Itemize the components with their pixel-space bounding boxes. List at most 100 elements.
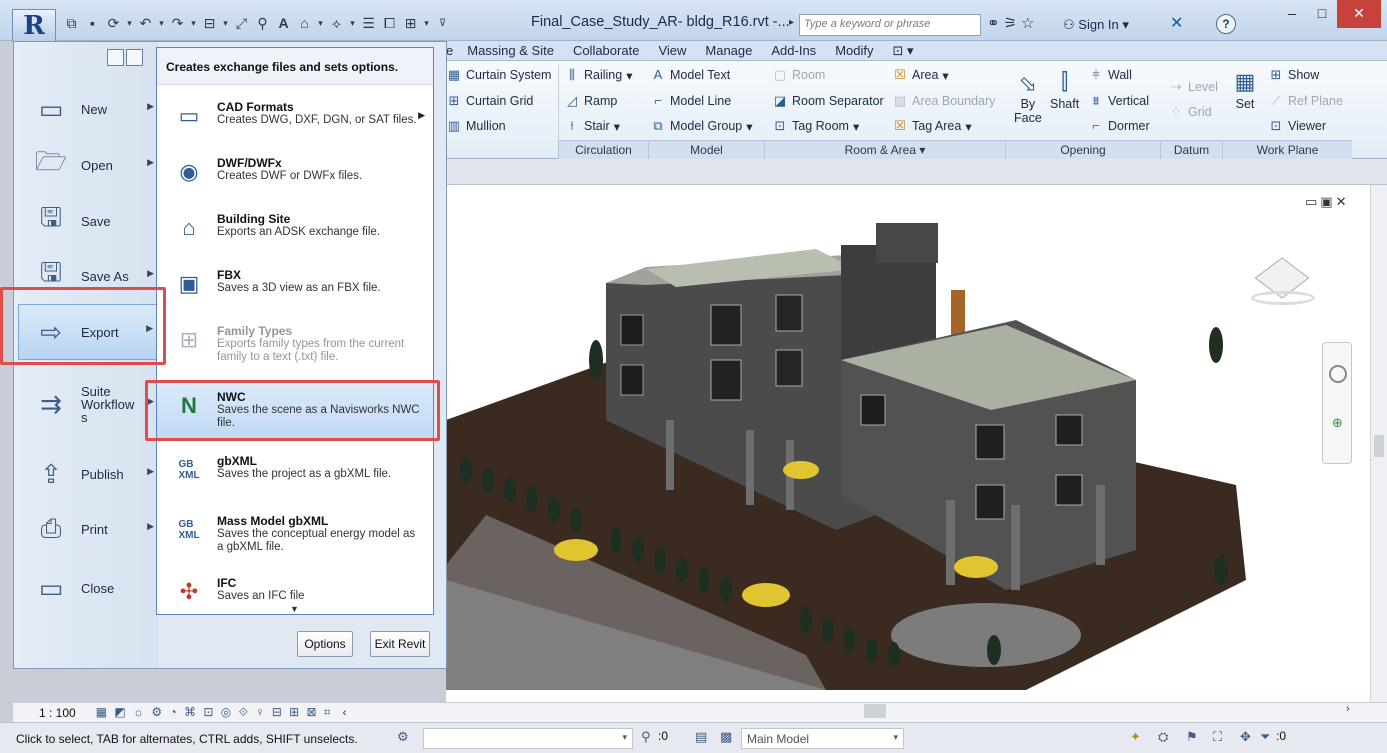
dropdown-icon[interactable]: ▾ [316, 13, 325, 33]
editing-requests-icon[interactable]: ▩ [720, 729, 732, 745]
minimize-button[interactable]: – [1276, 0, 1308, 28]
view-scale[interactable]: 1 : 100 [39, 706, 76, 720]
dimension-icon[interactable]: ⤢ [232, 13, 251, 33]
steering-wheel-icon[interactable] [1329, 365, 1347, 383]
curtain-grid-button[interactable]: ⊞ Curtain Grid [446, 93, 534, 109]
design-option-select[interactable]: Main Model ▾ [741, 728, 904, 749]
menu-item-close[interactable]: ▭ Close [19, 562, 158, 614]
search-expand-icon[interactable]: ▸ [789, 17, 794, 28]
model-text-button[interactable]: A Model Text [650, 67, 731, 82]
area-button[interactable]: ☒ Area ▾ [892, 67, 949, 83]
model-line-button[interactable]: ⌐ Model Line [650, 93, 731, 108]
curtain-system-button[interactable]: ▦ Curtain System [446, 67, 552, 83]
close-hidden-icon[interactable]: ⧠ [380, 13, 399, 33]
export-family-types[interactable]: ⊞ Family Types Exports family types from … [157, 316, 433, 380]
export-gbxml[interactable]: GB XML gbXML Saves the project as a gbXML … [157, 446, 433, 502]
filter-icon[interactable]: ⏷ [1260, 729, 1270, 745]
tab-partial[interactable]: e [446, 43, 453, 58]
panel-label-circulation[interactable]: Circulation [558, 140, 648, 159]
menu-item-print[interactable]: ⎙ Print ▶ [19, 503, 158, 555]
ref-plane-button[interactable]: ⟋ Ref Plane [1268, 93, 1342, 109]
workset-field[interactable]: ▾ [423, 728, 633, 749]
panel-label-room-area[interactable]: Room & Area ▾ [764, 140, 1005, 159]
section-icon[interactable]: ⟡ [327, 13, 346, 33]
view-bar-collapse-icon[interactable]: ‹ [343, 707, 347, 719]
tab-add-ins[interactable]: Add-Ins [771, 43, 816, 58]
export-dwf[interactable]: ◉ DWF/DWFx Creates DWF or DWFx files. [157, 148, 433, 204]
undo-icon[interactable]: ↶ [136, 13, 155, 33]
worksets-icon[interactable]: ⚙ [397, 729, 409, 745]
measure-icon[interactable]: ⊟ [200, 13, 219, 33]
menu-item-publish[interactable]: ⇪ Publish ▶ [19, 448, 158, 500]
subscription-icon[interactable]: ⚞ [1004, 14, 1017, 32]
wall-opening-button[interactable]: ⫩ Wall [1088, 67, 1132, 83]
save-icon[interactable]: ▪ [83, 13, 102, 33]
set-work-plane-button[interactable]: ▦ Set [1232, 69, 1258, 111]
select-by-face-icon[interactable]: ⛶ [1213, 729, 1222, 745]
panel-label-work-plane[interactable]: Work Plane [1222, 140, 1352, 159]
redo-icon[interactable]: ↷ [168, 13, 187, 33]
select-links-icon[interactable]: ✦ [1130, 729, 1141, 745]
customize-qat-icon[interactable]: ⊽ [433, 13, 452, 33]
close-window-button[interactable]: ✕ [1337, 0, 1381, 28]
open-documents-icon[interactable] [126, 49, 143, 66]
vertical-opening-button[interactable]: ⩩ Vertical [1088, 93, 1149, 109]
export-mass-model-gbxml[interactable]: GB XML Mass Model gbXML Saves the conceptu… [157, 506, 433, 566]
model-group-button[interactable]: ⧉ Model Group ▾ [650, 118, 752, 134]
recent-documents-icon[interactable] [107, 49, 124, 66]
level-button[interactable]: ⇢ Level [1168, 79, 1218, 95]
dropdown-icon[interactable]: ▾ [189, 13, 198, 33]
view-control-icons[interactable]: ▦ ◩ ☼ ⚙ ◔ ⌘ ⊡ ◎ ⟐ ♀ ⊟ ⊞ ⊠ ⌗ [96, 705, 333, 720]
show-work-plane-button[interactable]: ⊞ Show [1268, 67, 1320, 83]
menu-item-suite-workflows[interactable]: ⇉ Suite Workflow s ▶ [19, 378, 158, 430]
export-building-site[interactable]: ⌂ Building Site Exports an ADSK exchange … [157, 204, 433, 260]
tab-view[interactable]: View [658, 43, 686, 58]
dropdown-icon[interactable]: ▾ [221, 13, 230, 33]
panel-label-model[interactable]: Model [648, 140, 764, 159]
dropdown-icon[interactable]: ▾ [157, 13, 166, 33]
3d-view-icon[interactable]: ⌂ [295, 13, 314, 33]
stair-button[interactable]: ⫮ Stair ▾ [564, 118, 620, 134]
tag-area-button[interactable]: ☒ Tag Area ▾ [892, 118, 971, 134]
open-icon[interactable]: ⧉ [62, 13, 81, 33]
application-menu-button[interactable]: R [12, 9, 56, 41]
search-input[interactable]: Type a keyword or phrase [799, 14, 981, 36]
menu-item-save[interactable]: 🖫 Save [19, 195, 158, 247]
thin-lines-icon[interactable]: ☰ [359, 13, 378, 33]
navigation-bar[interactable]: ⊕ [1322, 342, 1352, 464]
panel-label-opening[interactable]: Opening [1005, 140, 1160, 159]
mullion-button[interactable]: ▥ Mullion [446, 118, 506, 134]
tab-massing-site[interactable]: Massing & Site [467, 43, 554, 58]
text-icon[interactable]: A [274, 13, 293, 33]
ribbon-minimize-toggle[interactable]: ⊡ ▾ [892, 43, 913, 59]
dropdown-icon[interactable]: ▾ [422, 13, 431, 33]
tag-room-button[interactable]: ⊡ Tag Room ▾ [772, 118, 860, 134]
view-window-controls[interactable]: ▭▣✕ [1305, 194, 1349, 210]
design-options-icon[interactable]: ▤ [695, 729, 707, 745]
select-pinned-icon[interactable]: ⚑ [1186, 729, 1198, 745]
vertical-scrollbar[interactable] [1370, 185, 1387, 702]
by-face-button[interactable]: ⬂ By Face [1014, 71, 1042, 125]
favorites-star-icon[interactable]: ☆ [1021, 14, 1034, 32]
room-separator-button[interactable]: ◪ Room Separator [772, 93, 884, 109]
menu-item-new[interactable]: ▭ New ▶ [19, 83, 158, 135]
sync-icon[interactable]: ⟳ [104, 13, 123, 33]
tab-collaborate[interactable]: Collaborate [573, 43, 640, 58]
menu-item-open[interactable]: 🗁 Open ▶ [19, 139, 158, 191]
tag-icon[interactable]: ⚲ [253, 13, 272, 33]
zoom-icon[interactable]: ⊕ [1332, 415, 1343, 431]
shaft-button[interactable]: ⫿ Shaft [1050, 69, 1079, 111]
exchange-apps-icon[interactable]: ✕ [1170, 13, 1183, 33]
binoculars-icon[interactable]: ⚭ [987, 14, 1000, 32]
tab-modify[interactable]: Modify [835, 43, 873, 58]
panel-label-datum[interactable]: Datum [1160, 140, 1222, 159]
area-boundary-button[interactable]: ▨ Area Boundary [892, 93, 996, 109]
exit-revit-button[interactable]: Exit Revit [370, 631, 430, 657]
dropdown-icon[interactable]: ▾ [348, 13, 357, 33]
maximize-button[interactable]: □ [1306, 0, 1338, 28]
horizontal-scrollbar[interactable] [446, 704, 1370, 718]
options-button[interactable]: Options [297, 631, 353, 657]
scroll-right-icon[interactable]: › [1346, 703, 1350, 715]
help-icon[interactable]: ? [1216, 14, 1236, 34]
submenu-scroll-down-icon[interactable]: ▼ [290, 604, 299, 614]
